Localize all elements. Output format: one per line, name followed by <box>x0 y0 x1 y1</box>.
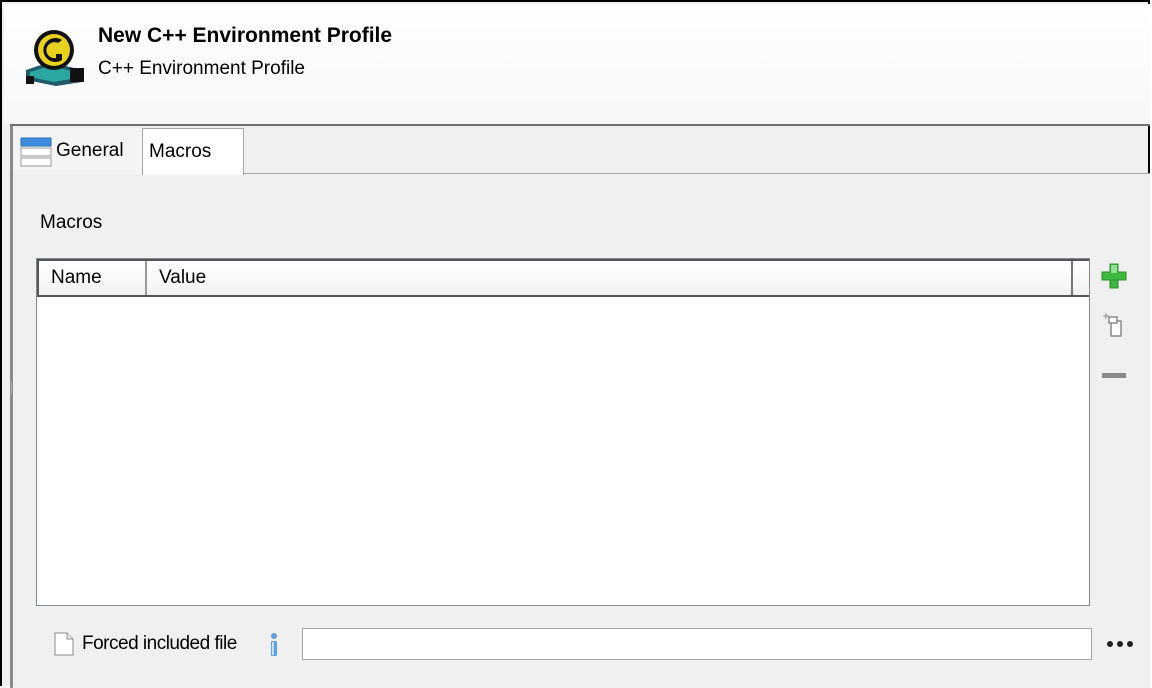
header-banner: New C++ Environment Profile C++ Environm… <box>4 4 1150 124</box>
forced-include-input[interactable] <box>302 628 1092 660</box>
general-tab-icon <box>20 137 52 167</box>
page-subtitle: C++ Environment Profile <box>98 58 305 79</box>
header-divider <box>10 124 1150 126</box>
left-rail <box>10 126 13 688</box>
remove-macro-button[interactable] <box>1096 358 1132 394</box>
document-icon <box>54 632 74 656</box>
copy-icon <box>1102 312 1122 337</box>
remove-minus-icon <box>1102 373 1126 378</box>
tab-general-label: General <box>56 140 124 161</box>
info-icon[interactable] <box>266 632 282 658</box>
add-plus-icon <box>1101 263 1127 289</box>
column-header-name[interactable]: Name <box>39 261 147 295</box>
c-environment-logo-icon <box>26 30 84 86</box>
window-frame: New C++ Environment Profile C++ Environm… <box>0 0 1150 688</box>
macros-panel: Macros Name Value Forced included file <box>14 174 1150 688</box>
tab-general[interactable]: General <box>14 128 142 174</box>
resize-notch <box>11 382 12 394</box>
browse-button[interactable] <box>1102 630 1138 658</box>
macros-table[interactable]: Name Value <box>36 258 1090 606</box>
copy-macro-button[interactable] <box>1096 306 1132 342</box>
page-title: New C++ Environment Profile <box>98 24 393 47</box>
column-header-value[interactable]: Value <box>147 261 1073 295</box>
ellipsis-icon <box>1107 641 1133 647</box>
macros-section-label: Macros <box>40 212 103 233</box>
tab-macros[interactable]: Macros <box>142 128 244 175</box>
column-header-filler <box>1073 261 1089 295</box>
table-header: Name Value <box>37 259 1089 297</box>
forced-include-label: Forced included file <box>82 633 237 654</box>
tab-bar: General Macros <box>14 128 1150 175</box>
forced-include-row: Forced included file <box>48 626 1148 662</box>
tab-macros-label: Macros <box>149 141 212 162</box>
add-macro-button[interactable] <box>1096 258 1132 294</box>
